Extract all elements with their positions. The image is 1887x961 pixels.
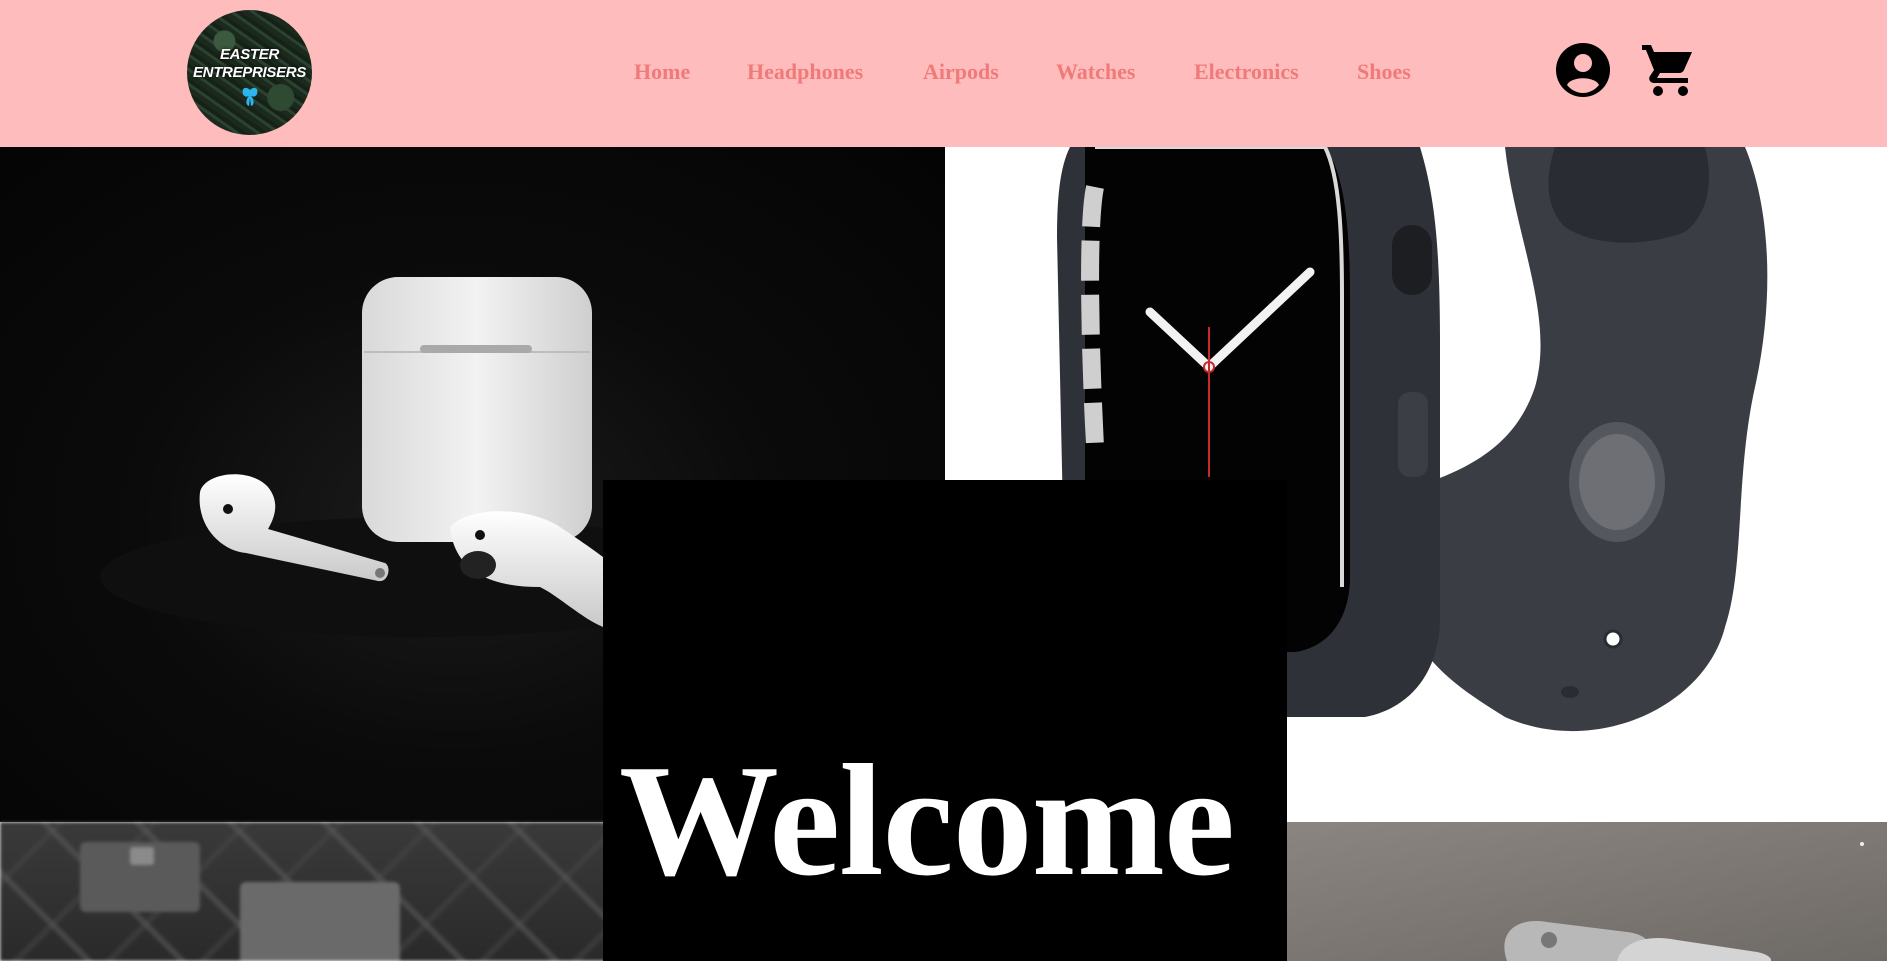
- welcome-panel: Welcome: [603, 480, 1287, 961]
- nav-airpods[interactable]: Airpods: [923, 58, 999, 86]
- nav-home[interactable]: Home: [634, 58, 690, 86]
- nav-shoes[interactable]: Shoes: [1357, 58, 1411, 86]
- hero-collage: Welcome: [0, 147, 1887, 961]
- logo-text-line-1: EASTER: [219, 45, 280, 63]
- keys-illustration: [1504, 842, 1864, 961]
- logo-text-line-2: ENTREPRISERS: [192, 63, 307, 81]
- welcome-heading: Welcome: [619, 731, 1235, 909]
- nav-watches[interactable]: Watches: [1056, 58, 1135, 86]
- brand-logo[interactable]: EASTER ENTREPRISERS: [187, 10, 312, 135]
- keys-photo: [1287, 822, 1887, 961]
- nav-electronics[interactable]: Electronics: [1194, 58, 1299, 86]
- account-circle-icon[interactable]: [1556, 43, 1610, 97]
- site-header: EASTER ENTREPRISERS Home Headphones Airp…: [0, 0, 1887, 147]
- shopping-cart-icon[interactable]: [1640, 42, 1696, 98]
- nav-headphones[interactable]: Headphones: [747, 58, 863, 86]
- butterfly-icon: [242, 87, 257, 106]
